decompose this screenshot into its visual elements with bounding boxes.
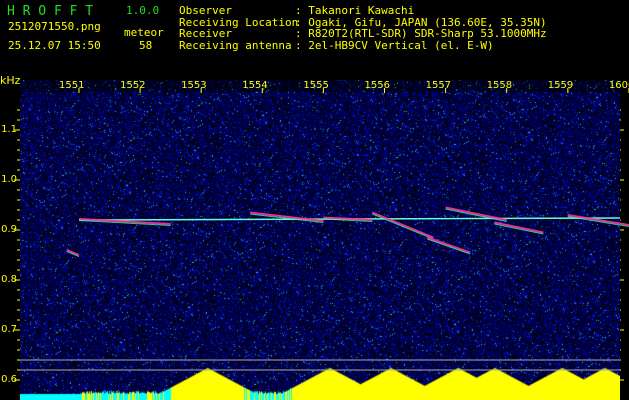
- x-tick-label: 1557: [425, 80, 452, 91]
- meteor-trace: [426, 236, 471, 254]
- y-tick-label: 0.8: [1, 274, 17, 285]
- x-tick-label: 1559: [547, 80, 574, 91]
- x-tick-label: 1554: [242, 80, 268, 91]
- meteor-trace: [567, 214, 629, 226]
- x-tick-label: 1555: [303, 80, 329, 91]
- x-tick-label: 1600: [608, 80, 629, 91]
- meteor-trace-edge: [427, 238, 471, 255]
- y-tick-label: 1.0: [1, 174, 17, 185]
- y-tick-label: 0.7: [1, 324, 17, 335]
- x-tick-label: 1552: [120, 80, 146, 91]
- x-tick-label: 1556: [364, 80, 390, 91]
- x-tick-label: 1553: [181, 80, 207, 91]
- meteor-trace: [371, 211, 434, 239]
- meteor-trace: [494, 221, 544, 234]
- x-tick-label: 1558: [486, 80, 513, 91]
- meteor-trace-edge: [372, 213, 434, 240]
- y-axis-label: kHz: [0, 74, 21, 87]
- y-tick-label: 1.1: [1, 124, 17, 135]
- meteor-trace-edge: [250, 213, 324, 223]
- y-tick-label: 0.6: [1, 374, 17, 385]
- spectrogram-overlay: [14, 88, 629, 381]
- meteor-trace-edge: [445, 208, 507, 222]
- x-tick-label: 1551: [59, 80, 85, 91]
- meteor-trace-edge: [494, 223, 544, 235]
- y-tick-label: 0.9: [1, 224, 17, 235]
